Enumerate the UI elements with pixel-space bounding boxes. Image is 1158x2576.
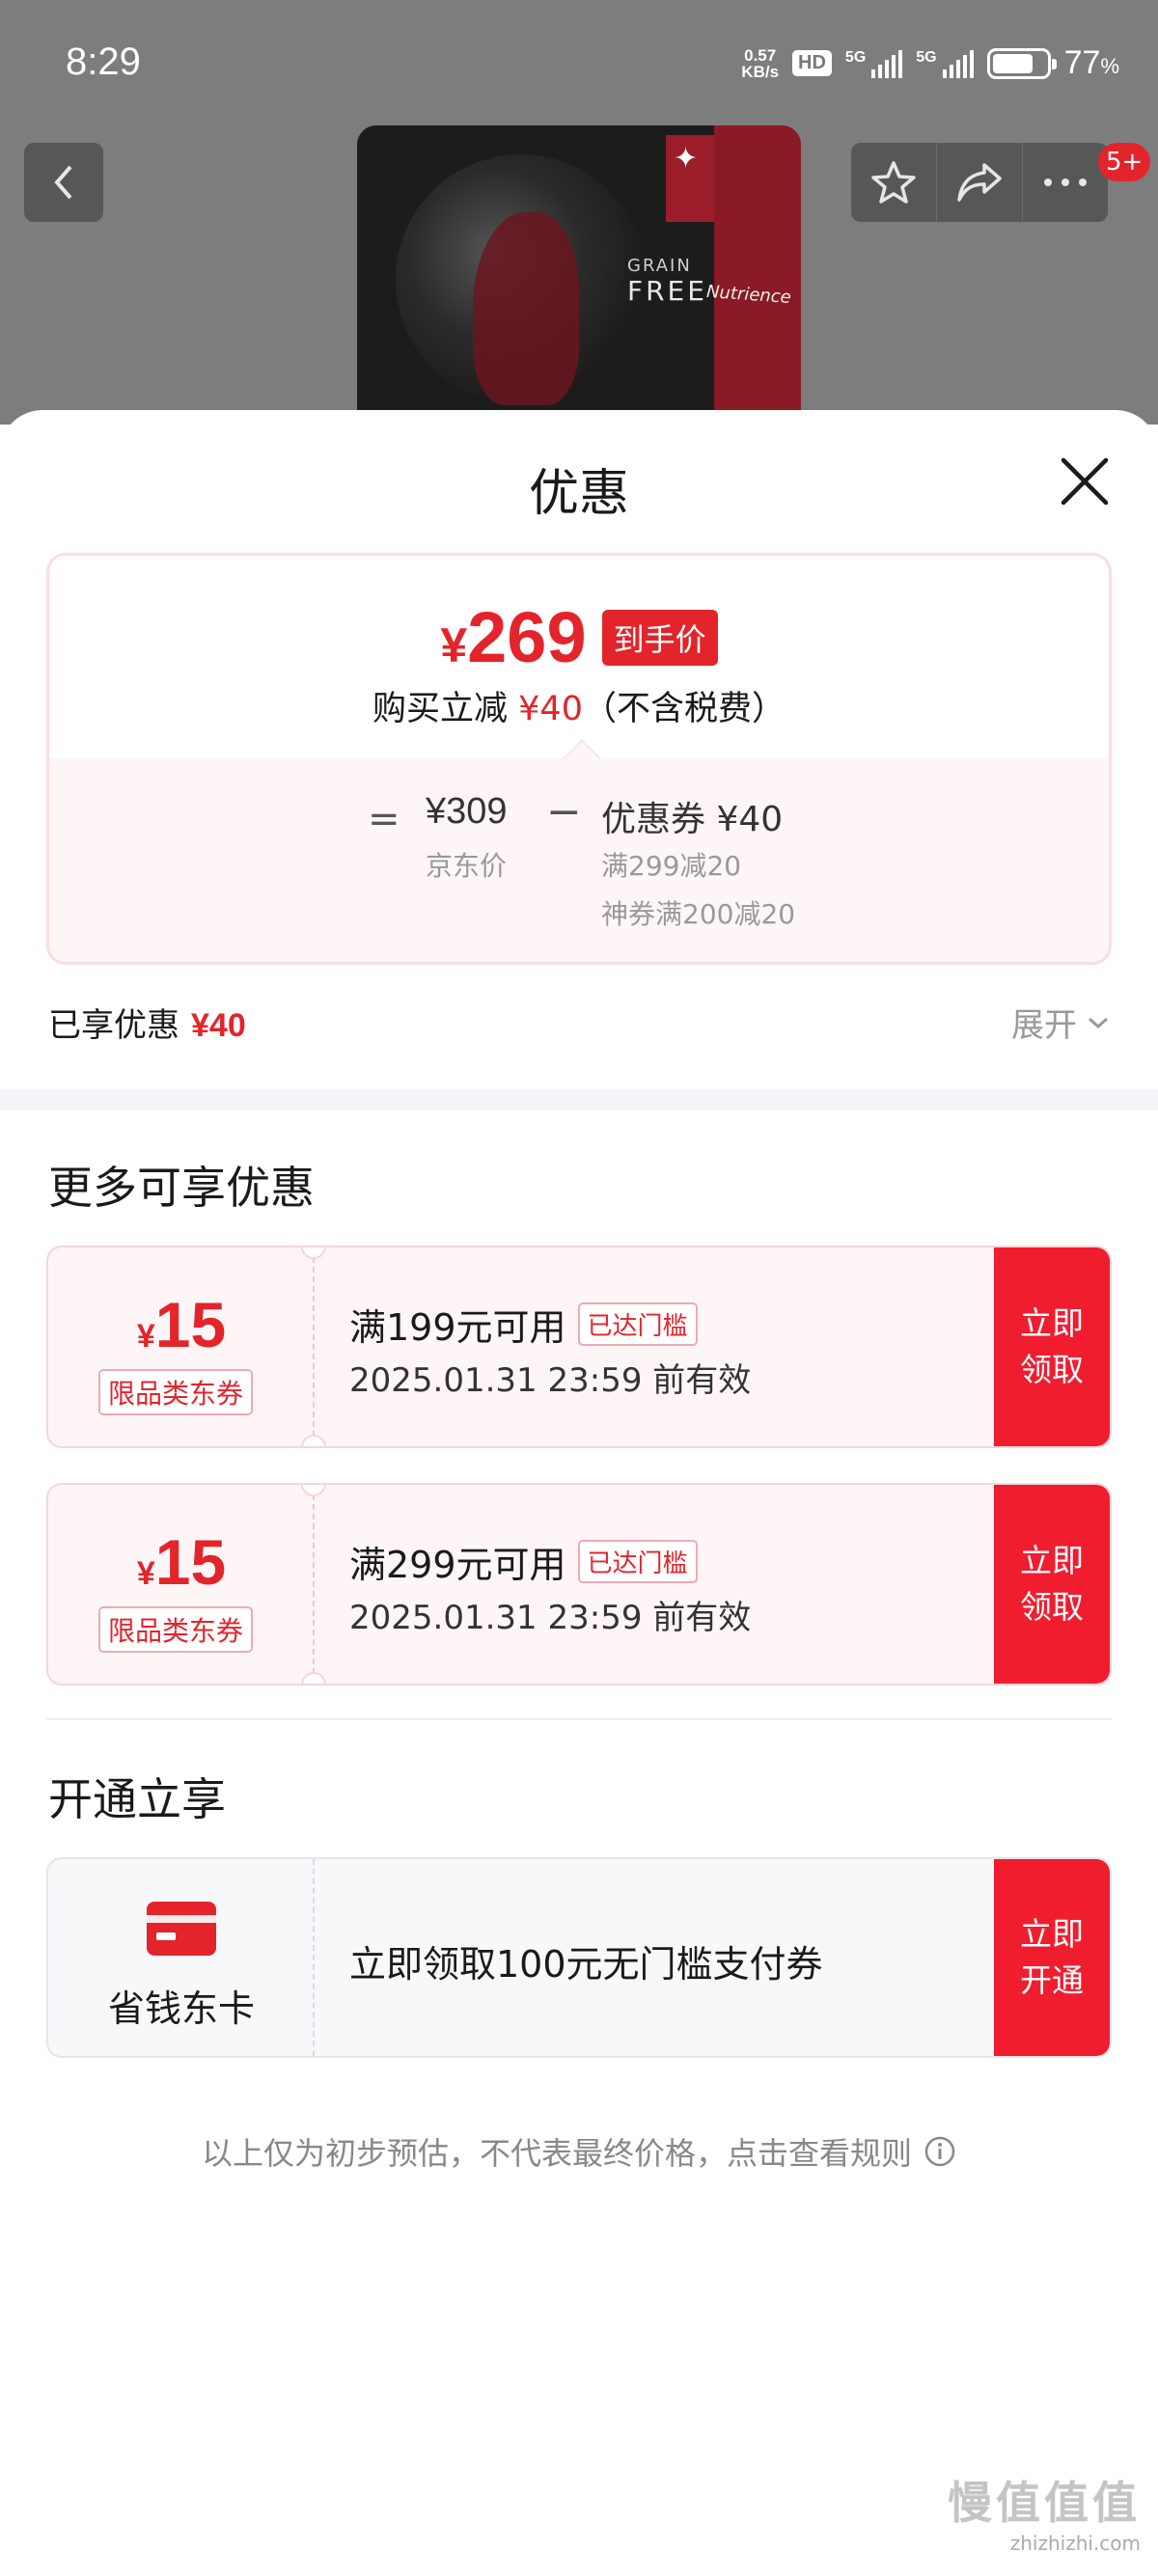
membership-card: 省钱东卡 立即领取100元无门槛支付券 立即开通 [46,1857,1112,2058]
more-discounts-title: 更多可享优惠 [48,1162,315,1214]
coupon-card: ¥15 限品类东券 满199元可用 已达门槛 2025.01.31 23:59 … [46,1246,1112,1448]
enjoyed-discount: 已享优惠 ¥40 [48,1006,246,1045]
top-action-bar [851,143,1108,222]
coupon-validity: 2025.01.31 23:59 前有效 [349,1599,752,1637]
star-icon [871,161,916,204]
status-time: 8:29 [66,41,141,83]
expand-button[interactable]: 展开 [1011,999,1110,1046]
threshold-reached-badge: 已达门槛 [577,1302,698,1346]
info-icon [924,2136,955,2167]
signal-icon: 5G [916,49,974,78]
coupon-condition: 满299元可用 已达门槛 [349,1535,698,1588]
coupon-amount: ¥15 [136,1526,227,1598]
share-icon [957,163,1002,202]
network-speed: 0.57 KB/s [741,45,780,81]
final-price-tag: 到手价 [601,609,718,666]
back-arrow-icon [54,165,72,200]
claim-coupon-button[interactable]: 立即领取 [994,1247,1110,1446]
instant-save-text: 购买立减 ¥40（不含税费） [372,690,786,728]
site-watermark: 慢值值值 zhizhizhi.com [948,2477,1141,2555]
signal-icon: 5G [845,49,903,78]
coupon-type-badge: 限品类东券 [98,1606,254,1653]
price-summary-card: ¥269 到手价 购买立减 ¥40（不含税费） = ¥309 京东价 − 优惠券… [46,553,1112,965]
coupon-detail: 神券满200减20 [601,898,796,930]
member-card-icon [147,1902,216,1956]
sheet-title: 优惠 [528,465,629,523]
coupon-condition: 满199元可用 已达门槛 [349,1298,698,1351]
battery-percent: 77% [1063,44,1119,81]
more-button[interactable] [1023,143,1108,222]
close-button[interactable] [1058,454,1112,508]
background-product-page: ✦ GRAIN FREE Nutrience 8:29 0.57 KB/s HD… [0,0,1158,425]
membership-name: 省钱东卡 [107,1987,255,2030]
hd-icon: HD [792,50,832,76]
threshold-reached-badge: 已达门槛 [577,1540,698,1583]
coupon-discount: 优惠券 ¥40 [601,800,784,839]
battery-icon [986,47,1057,79]
price-disclaimer[interactable]: 以上仅为初步预估，不代表最终价格，点击查看规则 [0,2129,1158,2174]
open-membership-button[interactable]: 立即开通 [994,1859,1110,2056]
coupon-detail: 满299减20 [601,850,742,882]
favorite-button[interactable] [851,143,937,222]
chevron-down-icon [1089,1017,1108,1028]
back-button[interactable] [24,143,103,222]
coupon-card: ¥15 限品类东券 满299元可用 已达门槛 2025.01.31 23:59 … [46,1483,1112,1685]
open-membership-title: 开通立享 [48,1773,226,1825]
product-image: ✦ GRAIN FREE Nutrience [357,125,801,425]
maple-leaf-icon: ✦ [674,142,699,176]
final-price: ¥269 [440,597,587,677]
claim-coupon-button[interactable]: 立即领取 [994,1485,1110,1684]
price-breakdown: = ¥309 京东价 − 优惠券 ¥40 满299减20 神券满200减20 [49,739,1109,962]
status-bar: 8:29 0.57 KB/s HD 5G 5G 77% [0,0,1158,135]
jd-price-label: 京东价 [426,850,508,882]
message-badge: 5+ [1098,143,1151,181]
share-button[interactable] [937,143,1023,222]
coupon-type-badge: 限品类东券 [98,1369,254,1415]
coupon-validity: 2025.01.31 23:59 前有效 [349,1361,752,1400]
close-icon [1061,457,1109,506]
jd-price: ¥309 [426,791,508,832]
discount-sheet: 优惠 ¥269 到手价 购买立减 ¥40（不含税费） = ¥309 京东价 − … [0,410,1158,2576]
more-icon [1044,178,1087,186]
coupon-amount: ¥15 [136,1289,227,1360]
membership-benefit: 立即领取100元无门槛支付券 [349,1943,823,1986]
